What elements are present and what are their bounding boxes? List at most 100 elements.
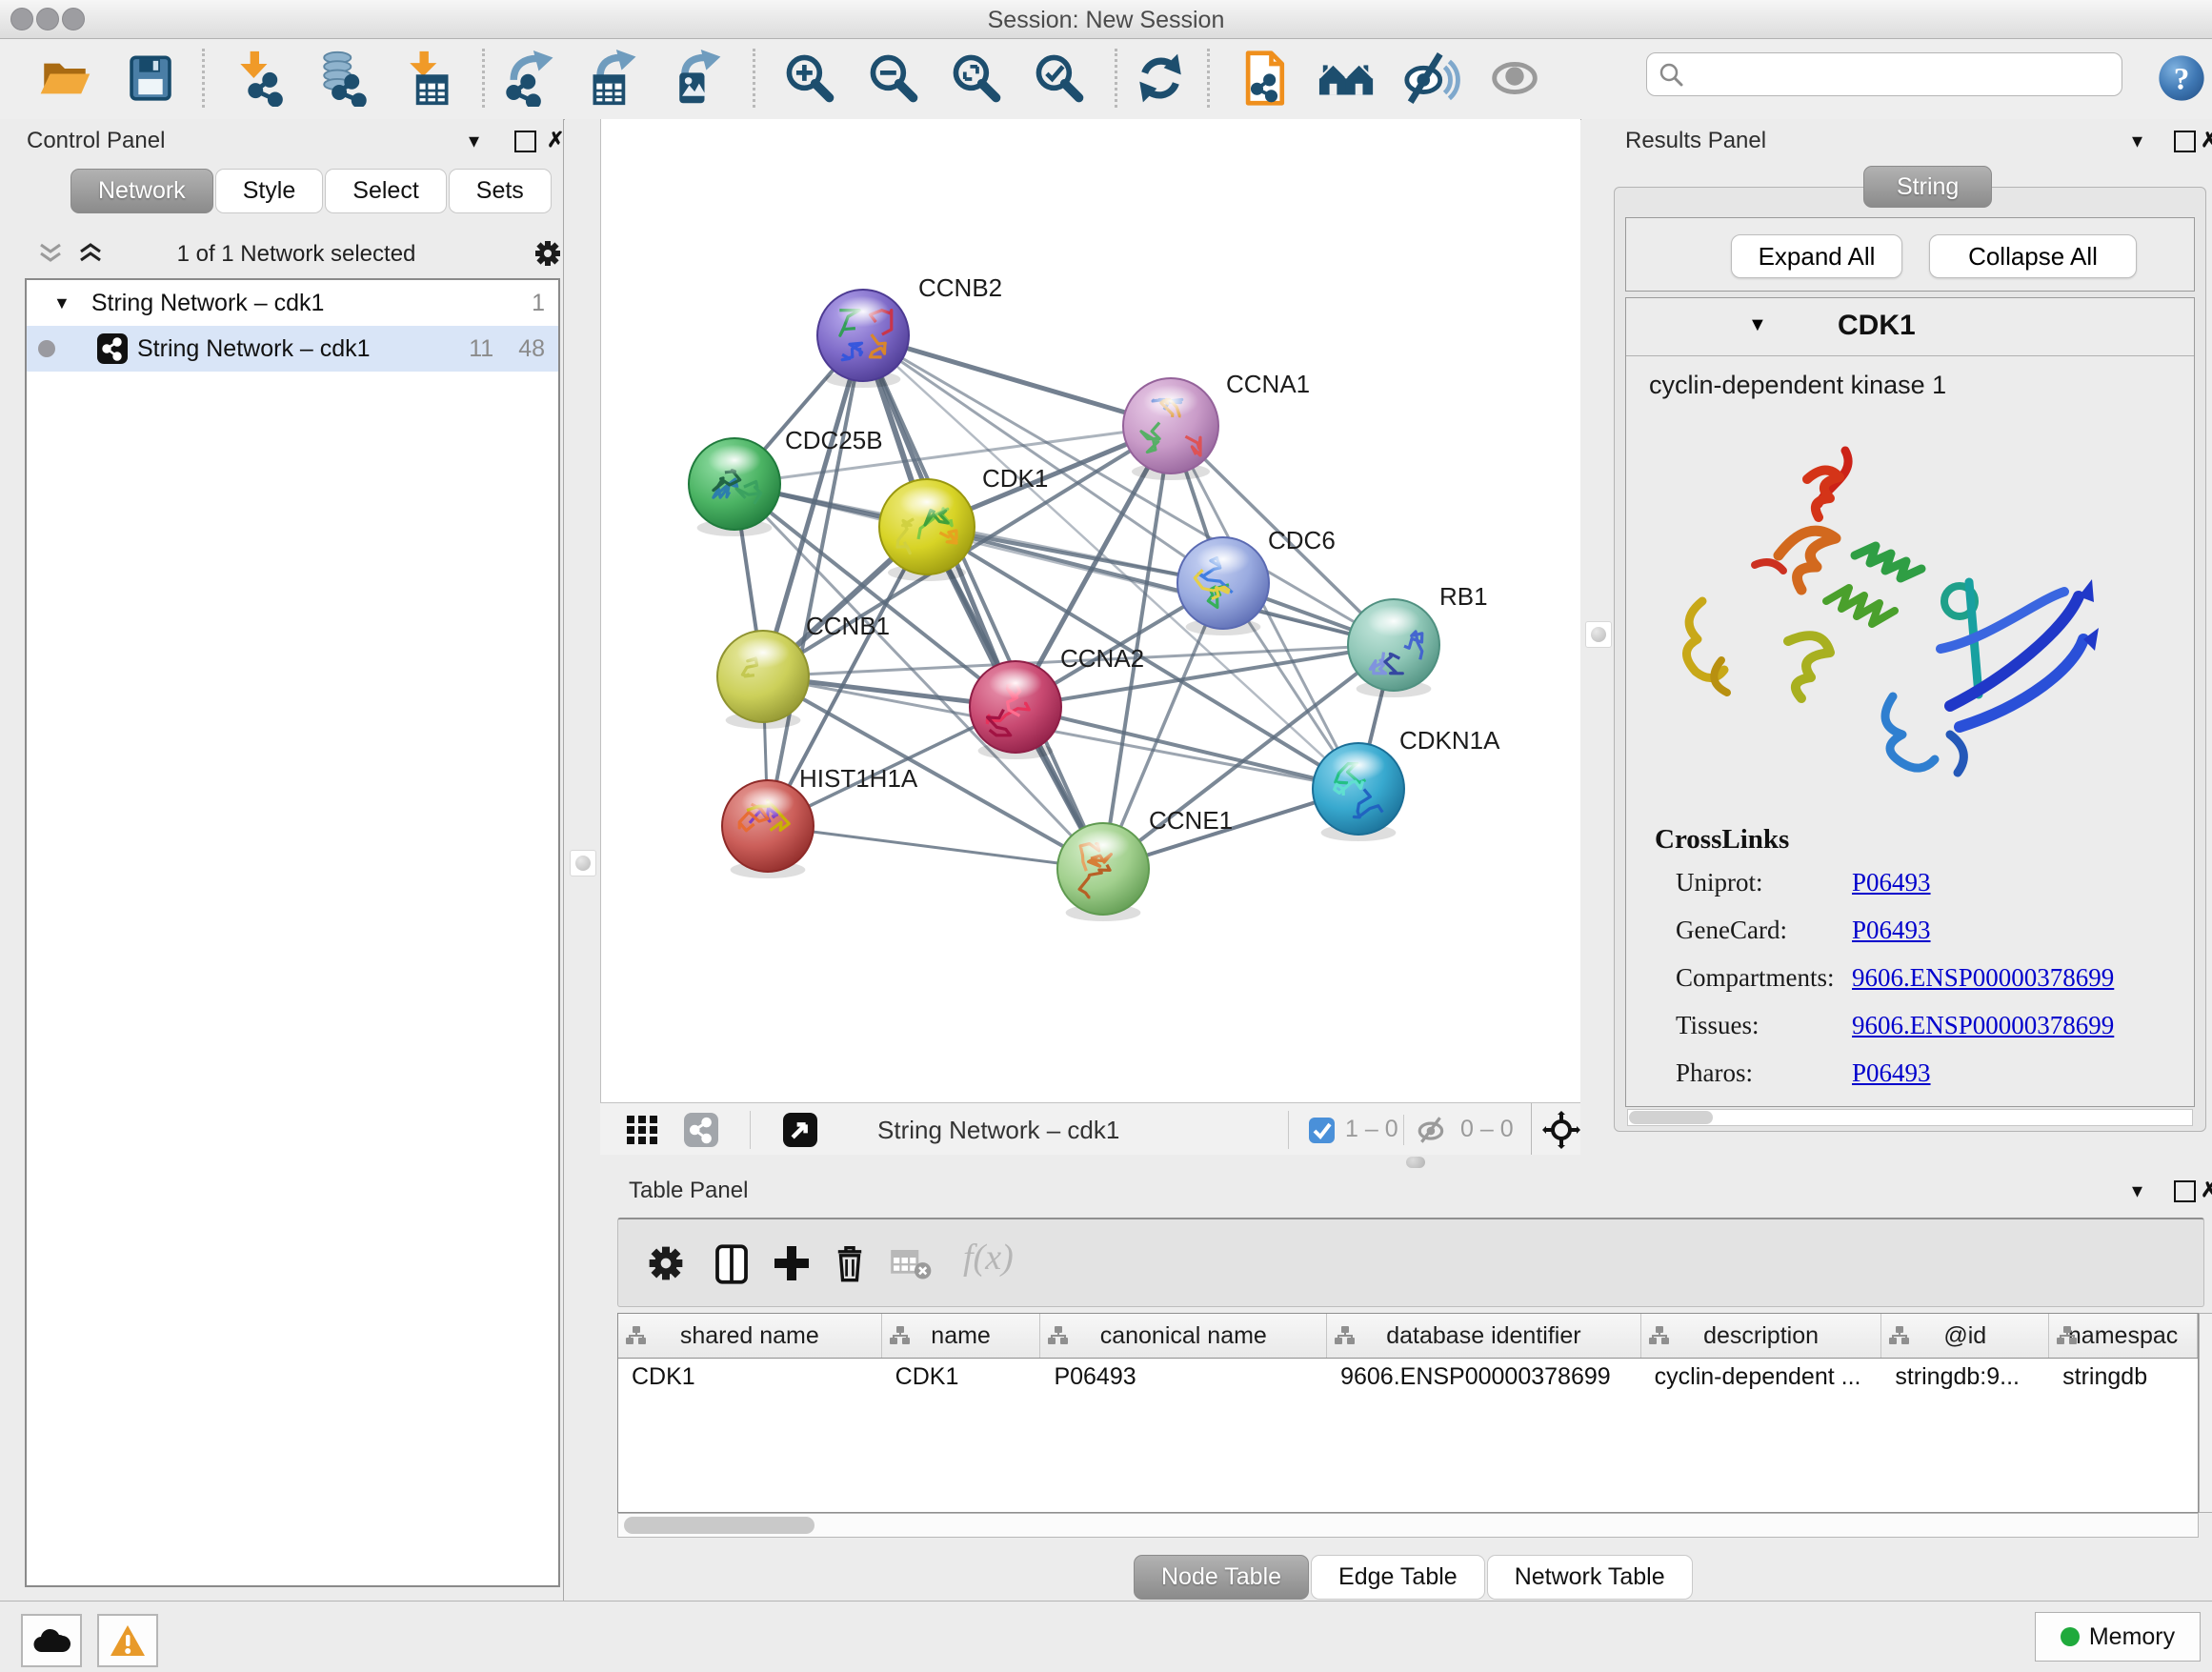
panel-menu-icon[interactable]: ▾ bbox=[469, 131, 479, 151]
network-edge-HIST1H1A-CCNE1[interactable] bbox=[768, 826, 1103, 869]
collection-expander-icon[interactable]: ▼ bbox=[53, 293, 70, 313]
panel-close-icon[interactable]: ✗ bbox=[2201, 1179, 2212, 1200]
pan-crosshair-icon[interactable] bbox=[1542, 1111, 1580, 1149]
tab-network-table[interactable]: Network Table bbox=[1487, 1555, 1693, 1600]
save-session-button[interactable] bbox=[120, 45, 181, 111]
column-header-shared-name[interactable]: shared name bbox=[618, 1314, 882, 1358]
new-network-from-selection-button[interactable] bbox=[1234, 45, 1295, 111]
panel-float-icon[interactable] bbox=[2174, 1180, 2196, 1202]
export-table-button[interactable] bbox=[584, 45, 645, 111]
column-header-description[interactable]: description bbox=[1641, 1314, 1882, 1358]
export-image-button[interactable] bbox=[667, 45, 728, 111]
results-hscrollbar[interactable] bbox=[1627, 1109, 2193, 1126]
network-row-selected[interactable]: String Network – cdk1 11 48 bbox=[27, 326, 558, 372]
tab-network[interactable]: Network bbox=[70, 169, 213, 213]
table-cell[interactable]: stringdb:9... bbox=[1881, 1359, 2049, 1395]
network-collection-row[interactable]: ▼ String Network – cdk1 1 bbox=[27, 280, 558, 326]
memory-button[interactable]: Memory bbox=[2035, 1612, 2201, 1662]
hidden-eye-icon[interactable] bbox=[1416, 1116, 1448, 1144]
refresh-network-button[interactable] bbox=[1130, 45, 1191, 111]
column-header-namespac[interactable]: namespac bbox=[2049, 1314, 2198, 1358]
trash-icon[interactable] bbox=[832, 1242, 868, 1284]
collapse-all-icon[interactable] bbox=[38, 243, 63, 264]
import-network-from-file-button[interactable] bbox=[229, 45, 290, 111]
section-expander-icon[interactable]: ▼ bbox=[1748, 314, 1767, 336]
column-header-database-identifier[interactable]: database identifier bbox=[1327, 1314, 1641, 1358]
table-hscrollbar[interactable] bbox=[617, 1513, 2199, 1538]
crosslink-link[interactable]: 9606.ENSP00000378699 bbox=[1852, 963, 2114, 993]
table-hscrollbar-thumb[interactable] bbox=[624, 1517, 814, 1534]
help-button[interactable]: ? bbox=[2151, 45, 2212, 111]
gear-icon[interactable] bbox=[533, 239, 562, 268]
panel-float-icon[interactable] bbox=[2174, 131, 2196, 152]
table-gear-icon[interactable] bbox=[647, 1244, 685, 1282]
grid-view-icon[interactable] bbox=[627, 1116, 657, 1144]
left-splitter[interactable] bbox=[565, 119, 600, 1601]
import-table-from-file-button[interactable] bbox=[396, 45, 457, 111]
warnings-button[interactable] bbox=[97, 1614, 158, 1667]
tab-edge-table[interactable]: Edge Table bbox=[1311, 1555, 1485, 1600]
show-all-button[interactable] bbox=[1484, 45, 1545, 111]
panel-close-icon[interactable]: ✗ bbox=[547, 130, 564, 151]
right-splitter-handle[interactable] bbox=[1585, 621, 1612, 648]
search-field[interactable] bbox=[1646, 52, 2122, 96]
crosslink-link[interactable]: P06493 bbox=[1852, 868, 1931, 897]
column-header-@id[interactable]: @id bbox=[1881, 1314, 2049, 1358]
tab-style[interactable]: Style bbox=[215, 169, 324, 213]
tab-string[interactable]: String bbox=[1863, 166, 1992, 208]
table-cell[interactable]: cyclin-dependent ... bbox=[1641, 1359, 1882, 1395]
tab-node-table[interactable]: Node Table bbox=[1134, 1555, 1309, 1600]
network-graph[interactable]: CCNB2CCNA1CDC25BCDK1CDC6RB1CCNB1CCNA2CDK… bbox=[601, 119, 1581, 1102]
panel-menu-icon[interactable]: ▾ bbox=[2132, 131, 2142, 151]
table-cell[interactable]: 9606.ENSP00000378699 bbox=[1327, 1359, 1641, 1395]
network-node-CDC25B[interactable]: CDC25B bbox=[689, 426, 883, 536]
panel-float-icon[interactable] bbox=[514, 131, 536, 152]
zoom-out-button[interactable] bbox=[863, 45, 924, 111]
column-header-name[interactable]: name bbox=[882, 1314, 1041, 1358]
network-node-CCNA1[interactable]: CCNA1 bbox=[1123, 370, 1310, 480]
network-view-canvas[interactable]: CCNB2CCNA1CDC25BCDK1CDC6RB1CCNB1CCNA2CDK… bbox=[600, 119, 1580, 1102]
network-node-RB1[interactable]: RB1 bbox=[1348, 582, 1488, 697]
panel-menu-icon[interactable]: ▾ bbox=[2132, 1180, 2142, 1201]
zoom-selected-button[interactable] bbox=[1029, 45, 1090, 111]
network-view-icon[interactable] bbox=[684, 1113, 718, 1147]
export-network-button[interactable] bbox=[501, 45, 562, 111]
horizontal-splitter-handle[interactable] bbox=[1406, 1157, 1425, 1168]
network-node-HIST1H1A[interactable]: HIST1H1A bbox=[722, 764, 918, 878]
network-node-CDC6[interactable]: CDC6 bbox=[1177, 526, 1336, 635]
zoom-fit-button[interactable] bbox=[946, 45, 1007, 111]
network-edge-CCNB2-HIST1H1A[interactable] bbox=[768, 335, 863, 826]
zoom-in-button[interactable] bbox=[779, 45, 840, 111]
open-session-button[interactable] bbox=[34, 45, 95, 111]
cloud-button[interactable] bbox=[21, 1614, 82, 1667]
birdseye-view-icon[interactable] bbox=[783, 1113, 817, 1147]
panel-close-icon[interactable]: ✗ bbox=[2201, 130, 2212, 151]
crosslink-link[interactable]: P06493 bbox=[1852, 1058, 1931, 1088]
network-edge-CCNA2-CDKN1A[interactable] bbox=[1016, 707, 1358, 789]
network-node-CDKN1A[interactable]: CDKN1A bbox=[1313, 726, 1500, 841]
hide-selected-button[interactable] bbox=[1400, 45, 1461, 111]
add-column-icon[interactable] bbox=[773, 1244, 811, 1282]
table-row[interactable]: CDK1CDK1P064939606.ENSP00000378699cyclin… bbox=[618, 1359, 2198, 1395]
horizontal-splitter[interactable] bbox=[600, 1155, 1580, 1170]
columns-icon[interactable] bbox=[712, 1242, 752, 1286]
tab-select[interactable]: Select bbox=[325, 169, 446, 213]
crosslink-link[interactable]: P06493 bbox=[1852, 916, 1931, 945]
import-network-from-database-button[interactable] bbox=[311, 45, 372, 111]
column-header-canonical-name[interactable]: canonical name bbox=[1040, 1314, 1327, 1358]
first-neighbors-button[interactable] bbox=[1317, 45, 1377, 111]
table-vscrollbar[interactable] bbox=[2199, 1313, 2212, 1513]
crosslink-link[interactable]: 9606.ENSP00000378699 bbox=[1852, 1011, 2114, 1040]
table-cell[interactable]: CDK1 bbox=[618, 1359, 882, 1395]
results-hscrollbar-thumb[interactable] bbox=[1629, 1111, 1713, 1124]
table-cell[interactable]: P06493 bbox=[1040, 1359, 1327, 1395]
expand-all-button[interactable]: Expand All bbox=[1731, 234, 1902, 278]
expand-all-icon[interactable] bbox=[78, 243, 103, 264]
search-input[interactable] bbox=[1691, 60, 2122, 89]
table-cell[interactable]: CDK1 bbox=[882, 1359, 1041, 1395]
tab-sets[interactable]: Sets bbox=[449, 169, 552, 213]
collapse-all-button[interactable]: Collapse All bbox=[1929, 234, 2137, 278]
left-splitter-handle[interactable] bbox=[570, 850, 596, 876]
table-cell[interactable]: stringdb bbox=[2049, 1359, 2198, 1395]
selected-checkbox-icon[interactable] bbox=[1309, 1118, 1335, 1143]
